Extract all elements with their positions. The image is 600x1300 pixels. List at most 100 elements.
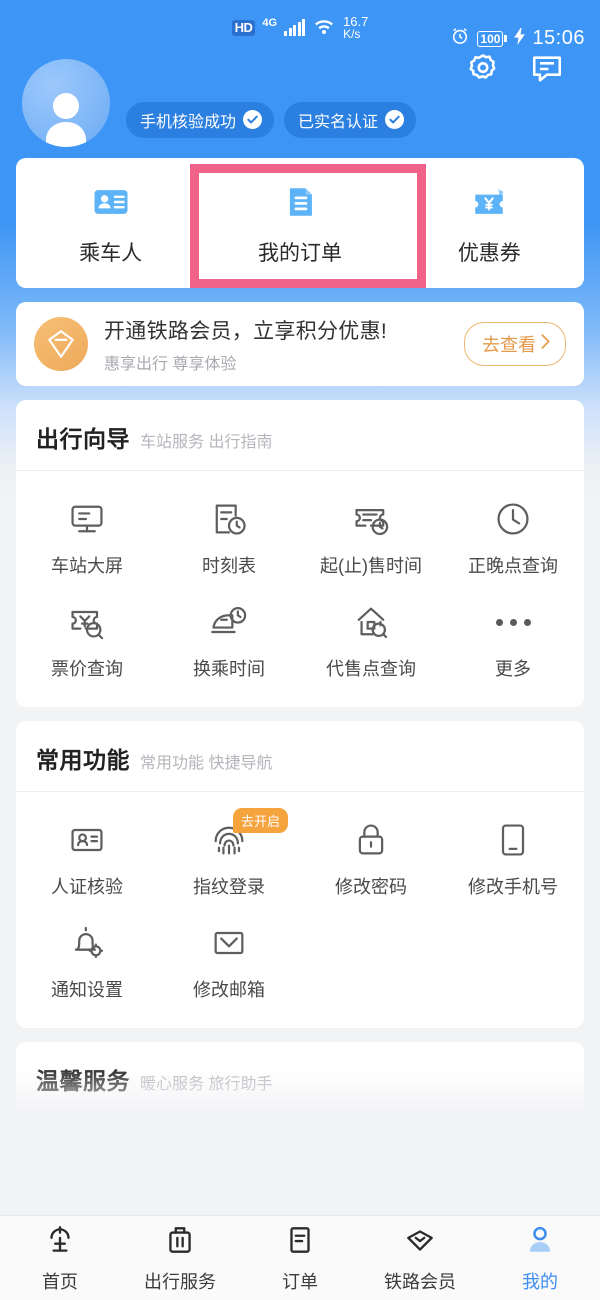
avatar[interactable] <box>22 58 110 147</box>
battery-level: 100 <box>477 30 504 47</box>
grid-item-label: 修改密码 <box>335 877 407 897</box>
grid-item-label: 代售点查询 <box>326 659 416 679</box>
grid-item-label: 更多 <box>495 659 531 679</box>
section-travel-guide: 出行向导 车站服务 出行指南 车站大屏 时刻表 起(止)售时间 正晚点查询 票价… <box>16 400 584 707</box>
status-badge-enable[interactable]: 去开启 <box>233 808 289 833</box>
section-subtitle: 常用功能 快捷导航 <box>140 755 273 772</box>
grid-item-label: 修改手机号 <box>468 877 558 897</box>
railway-logo-icon <box>43 1223 77 1262</box>
network-speed: 16.7 K/s <box>343 15 368 41</box>
nav-item-label: 出行服务 <box>144 1271 216 1292</box>
signal-bars-icon <box>284 18 306 36</box>
speed-unit: K/s <box>343 26 361 41</box>
member-banner-title: 开通铁路会员，立享积分优惠! <box>104 319 388 343</box>
section-header: 常用功能 常用功能 快捷导航 <box>16 721 584 792</box>
diamond-icon <box>403 1223 437 1262</box>
grid-item-timetable[interactable]: 时刻表 <box>158 485 300 588</box>
grid-item-notification-settings[interactable]: 通知设置 <box>16 909 158 1012</box>
wifi-icon <box>312 16 336 40</box>
suitcase-icon <box>163 1223 197 1262</box>
grid-item-label: 时刻表 <box>202 556 256 576</box>
grid-item-label: 通知设置 <box>51 980 123 1000</box>
nav-item-label: 我的 <box>522 1271 558 1292</box>
quick-action-coupons[interactable]: 优惠券 <box>395 158 584 288</box>
grid-item-change-email[interactable]: 修改邮箱 <box>158 909 300 1012</box>
section-title: 常用功能 <box>36 747 130 773</box>
verification-badges: 手机核验成功 已实名认证 <box>126 101 417 138</box>
status-bar-left-group: HD 4G 16.7 K/s <box>231 15 368 41</box>
member-banner[interactable]: 开通铁路会员，立享积分优惠! 惠享出行 尊享体验 去查看 <box>16 302 584 386</box>
badge-real-name-verified[interactable]: 已实名认证 <box>284 101 417 138</box>
quick-action-passengers[interactable]: 乘车人 <box>16 158 205 288</box>
section-common-functions: 常用功能 常用功能 快捷导航 人证核验 去开启 指纹登录 修改密码 修改手机号 … <box>16 721 584 1028</box>
grid-item-station-screen[interactable]: 车站大屏 <box>16 485 158 588</box>
battery-icon: 100 <box>477 30 508 47</box>
house-search-icon <box>349 600 393 644</box>
alarm-clock-icon <box>450 26 470 51</box>
section-subtitle: 车站服务 出行指南 <box>140 434 273 451</box>
more-dots-icon <box>495 600 531 644</box>
quick-action-my-orders[interactable]: 我的订单 <box>205 158 394 288</box>
nav-item-railway-member[interactable]: 铁路会员 <box>360 1223 480 1294</box>
page-root: HD 4G 16.7 K/s 100 15:06 手机核验成功 已实名认证 乘车… <box>0 0 600 1126</box>
grid-item-label: 票价查询 <box>51 659 123 679</box>
chevron-right-icon <box>540 333 551 355</box>
settings-gear-icon[interactable] <box>466 52 500 91</box>
diamond-gem-icon <box>34 317 88 371</box>
envelope-icon <box>207 921 251 965</box>
station-screen-icon <box>65 497 109 541</box>
grid-item-label: 车站大屏 <box>51 556 123 576</box>
go-button-label: 去查看 <box>482 335 536 355</box>
status-bar-right-group: 100 15:06 <box>450 26 585 51</box>
member-banner-go-button[interactable]: 去查看 <box>464 322 566 366</box>
quick-actions-card: 乘车人 我的订单 优惠券 <box>16 158 584 288</box>
grid-item-fingerprint-login[interactable]: 去开启 指纹登录 <box>158 806 300 909</box>
status-bar-app-icons <box>466 52 564 91</box>
nav-item-home[interactable]: 首页 <box>0 1223 120 1294</box>
badge-label: 已实名认证 <box>298 113 379 131</box>
id-verify-icon <box>65 818 109 862</box>
speed-value: 16.7 <box>343 13 369 29</box>
member-banner-subtitle: 惠享出行 尊享体验 <box>104 355 237 373</box>
section-title: 出行向导 <box>36 426 130 452</box>
hd-icon: HD <box>231 19 256 36</box>
section-grid: 人证核验 去开启 指纹登录 修改密码 修改手机号 通知设置 修改邮箱 <box>16 792 584 1028</box>
scroll-fade-overlay <box>16 1066 584 1126</box>
grid-item-more[interactable]: 更多 <box>442 588 584 691</box>
grid-item-agency-query[interactable]: 代售点查询 <box>300 588 442 691</box>
network-type-label: 4G <box>262 16 278 29</box>
grid-item-fare-query[interactable]: 票价查询 <box>16 588 158 691</box>
section-warm-services: 温馨服务 暖心服务 旅行助手 <box>16 1042 584 1126</box>
grid-item-label: 换乘时间 <box>193 659 265 679</box>
bottom-navigation-bar: 首页 出行服务 订单 铁路会员 我的 <box>0 1215 600 1300</box>
quick-action-label: 乘车人 <box>79 241 143 265</box>
nav-item-orders[interactable]: 订单 <box>240 1223 360 1294</box>
member-banner-text: 开通铁路会员，立享积分优惠! 惠享出行 尊享体验 <box>104 315 448 374</box>
grid-item-change-phone[interactable]: 修改手机号 <box>442 806 584 909</box>
grid-item-id-verify[interactable]: 人证核验 <box>16 806 158 909</box>
nav-item-profile[interactable]: 我的 <box>480 1223 600 1294</box>
charging-bolt-icon <box>514 27 526 50</box>
status-bar-time: 15:06 <box>532 27 585 49</box>
grid-item-sale-time[interactable]: 起(止)售时间 <box>300 485 442 588</box>
grid-item-change-password[interactable]: 修改密码 <box>300 806 442 909</box>
grid-item-label: 修改邮箱 <box>193 980 265 1000</box>
badge-phone-verified[interactable]: 手机核验成功 <box>126 101 275 138</box>
grid-item-transfer-time[interactable]: 换乘时间 <box>158 588 300 691</box>
message-icon[interactable] <box>530 52 564 91</box>
check-circle-icon <box>385 110 405 129</box>
nav-item-travel-services[interactable]: 出行服务 <box>120 1223 240 1294</box>
grid-item-label: 指纹登录 <box>193 877 265 897</box>
nav-item-label: 首页 <box>42 1271 78 1292</box>
person-icon <box>523 1223 557 1262</box>
status-bar: HD 4G 16.7 K/s 100 15:06 <box>0 0 600 82</box>
nav-item-label: 订单 <box>282 1271 318 1292</box>
grid-item-label: 起(止)售时间 <box>320 556 422 576</box>
quick-action-label: 我的订单 <box>257 241 342 265</box>
coupon-wallet-icon <box>467 180 511 224</box>
timetable-clock-icon <box>207 497 251 541</box>
ticket-search-icon <box>65 600 109 644</box>
order-document-icon <box>278 180 322 224</box>
phone-icon <box>491 818 535 862</box>
grid-item-delay-query[interactable]: 正晚点查询 <box>442 485 584 588</box>
